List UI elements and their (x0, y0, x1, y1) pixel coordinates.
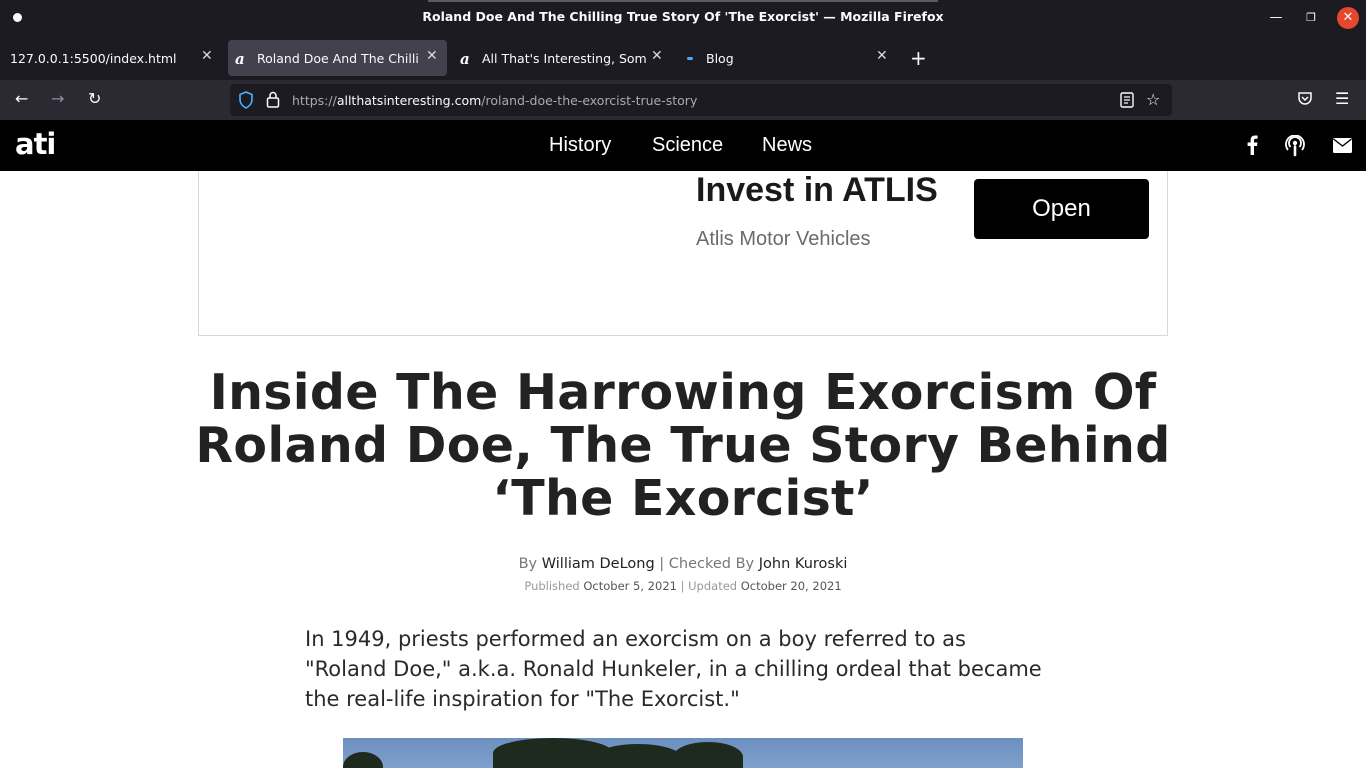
tab-label: 127.0.0.1:5500/index.html (10, 51, 177, 66)
ad-open-button[interactable]: Open (974, 179, 1149, 239)
ati-favicon-icon: a (235, 50, 245, 68)
forward-icon[interactable]: → (51, 89, 64, 108)
date-separator: | (680, 579, 685, 593)
ad-subtitle: Atlis Motor Vehicles (696, 228, 871, 250)
url-text[interactable]: https://allthatsinteresting.com/roland-d… (292, 93, 697, 108)
close-tab-icon[interactable]: ✕ (201, 48, 213, 64)
hero-tree-shape (593, 744, 683, 768)
back-icon[interactable]: ← (15, 89, 28, 108)
author-link[interactable]: William DeLong (542, 556, 655, 572)
close-tab-icon[interactable]: ✕ (426, 48, 438, 64)
url-prefix: https:// (292, 93, 337, 108)
close-tab-icon[interactable]: ✕ (876, 48, 888, 64)
article-headline: Inside The Harrowing Exorcism Of Roland … (195, 364, 1171, 527)
tab-local-index[interactable]: 127.0.0.1:5500/index.html ✕ (0, 40, 226, 76)
reader-view-icon[interactable] (1120, 92, 1134, 108)
site-header: ati History Science News (0, 120, 1366, 171)
url-bar[interactable]: https://allthatsinteresting.com/roland-d… (230, 84, 1172, 116)
checker-link[interactable]: John Kuroski (759, 556, 848, 572)
nav-science[interactable]: Science (652, 134, 723, 157)
close-tab-icon[interactable]: ✕ (651, 48, 663, 64)
reload-icon[interactable]: ↻ (88, 89, 101, 108)
article-dates: Published October 5, 2021 | Updated Octo… (0, 579, 1366, 593)
tab-label: All That's Interesting, Something (482, 51, 647, 66)
tab-strip: 127.0.0.1:5500/index.html ✕ a Roland Doe… (0, 36, 1366, 80)
url-host: allthatsinteresting.com (336, 93, 482, 108)
tab-all-thats-interesting[interactable]: a All That's Interesting, Something ✕ (453, 40, 675, 76)
tab-label: Blog (706, 51, 734, 66)
hamburger-menu-icon[interactable]: ☰ (1335, 89, 1349, 108)
podcast-icon[interactable] (1285, 135, 1305, 157)
tab-label: Roland Doe And The Chilling True (257, 51, 419, 66)
article-byline: By William DeLong | Checked By John Kuro… (0, 556, 1366, 572)
by-label: By (518, 556, 538, 572)
pocket-icon[interactable] (1297, 91, 1313, 107)
hero-tree-shape (673, 742, 743, 768)
ad-title[interactable]: Invest in ATLIS (696, 171, 938, 210)
new-tab-icon[interactable]: + (910, 46, 927, 70)
article-lede: In 1949, priests performed an exorcism o… (305, 627, 1042, 711)
advertisement[interactable]: Invest in ATLIS Atlis Motor Vehicles Ope… (198, 171, 1168, 336)
maximize-icon[interactable]: ❐ (1300, 7, 1322, 29)
article-hero-image (343, 738, 1023, 768)
lock-icon[interactable] (266, 91, 280, 108)
updated-label: Updated (688, 579, 738, 593)
blog-favicon-icon (687, 57, 693, 60)
titlebar-accent (428, 0, 938, 2)
window-titlebar: Roland Doe And The Chilling True Story O… (0, 0, 1366, 36)
checked-by-label: | Checked By (659, 556, 755, 572)
published-date: October 5, 2021 (583, 579, 677, 593)
url-path: /roland-doe-the-exorcist-true-story (481, 93, 698, 108)
nav-history[interactable]: History (549, 134, 611, 157)
hero-tree-shape (343, 752, 383, 768)
tab-blog[interactable]: Blog ✕ (678, 40, 898, 76)
bookmark-star-icon[interactable]: ☆ (1146, 90, 1160, 109)
navigation-toolbar: ← → ↻ https://allthatsinteresting.com/ro… (0, 80, 1366, 120)
ati-favicon-icon: a (460, 50, 470, 68)
close-window-icon[interactable]: ✕ (1337, 7, 1359, 29)
tab-roland-doe[interactable]: a Roland Doe And The Chilling True ✕ (228, 40, 447, 76)
facebook-icon[interactable] (1246, 135, 1258, 155)
window-title: Roland Doe And The Chilling True Story O… (422, 9, 944, 24)
minimize-icon[interactable]: — (1265, 7, 1287, 29)
email-icon[interactable] (1333, 138, 1352, 153)
nav-news[interactable]: News (762, 134, 812, 157)
updated-date: October 20, 2021 (740, 579, 842, 593)
published-label: Published (524, 579, 580, 593)
site-logo[interactable]: ati (15, 127, 56, 161)
tracking-shield-icon[interactable] (238, 91, 254, 109)
